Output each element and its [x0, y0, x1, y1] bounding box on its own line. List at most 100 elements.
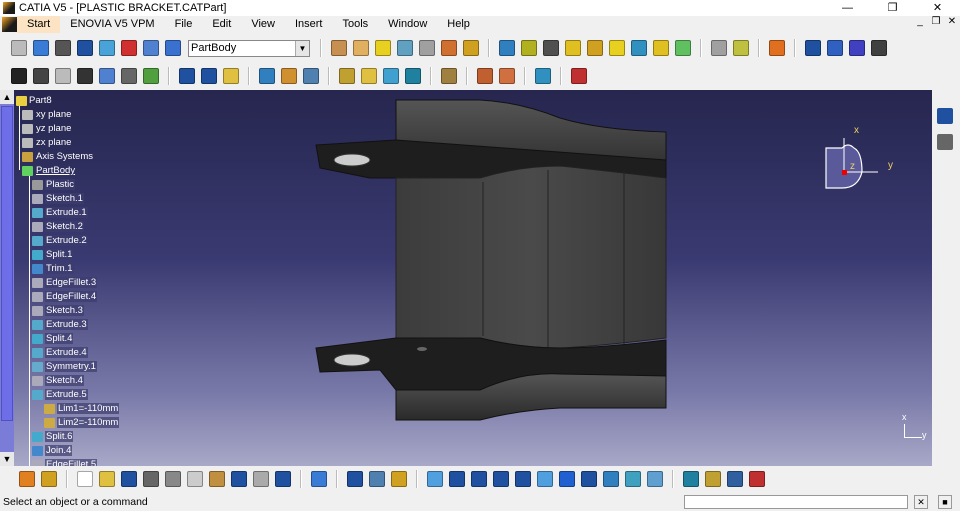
print-icon[interactable] [143, 471, 159, 487]
axis-system-icon[interactable] [55, 40, 71, 56]
mirror-icon[interactable] [733, 40, 749, 56]
tree-node-plastic[interactable]: Plastic [32, 178, 75, 191]
update-all-icon[interactable] [311, 471, 327, 487]
analysis-icon[interactable] [827, 40, 843, 56]
catia-logo[interactable] [749, 471, 765, 487]
close-surface-icon[interactable] [675, 40, 691, 56]
cut-icon[interactable] [165, 471, 181, 487]
normal-view-icon[interactable] [537, 471, 553, 487]
specification-tree[interactable]: ▲ ▼ Part8 xy plane yz plane zx plane Axis S… [0, 90, 120, 470]
transform-icon[interactable] [711, 40, 727, 56]
knowledge-icon[interactable] [33, 68, 49, 84]
tree-icon[interactable] [143, 40, 159, 56]
open-icon[interactable] [99, 471, 115, 487]
open-workbench-icon[interactable] [19, 471, 35, 487]
multi-view-icon[interactable] [559, 471, 575, 487]
save-icon[interactable] [121, 471, 137, 487]
body-icon[interactable] [99, 40, 115, 56]
thread-icon[interactable] [609, 40, 625, 56]
chamfer-icon[interactable] [521, 40, 537, 56]
thick-surface-icon[interactable] [653, 40, 669, 56]
line-icon[interactable] [201, 68, 217, 84]
rib-icon[interactable] [441, 40, 457, 56]
tree-node-split-6[interactable]: Split.6 [32, 430, 74, 443]
point-icon[interactable] [179, 68, 195, 84]
tree-node-xy-plane[interactable]: xy plane [22, 108, 72, 121]
tree-node-yz-plane[interactable]: yz plane [22, 122, 72, 135]
update-icon[interactable] [11, 40, 27, 56]
surface-icon[interactable] [361, 68, 377, 84]
copy-icon[interactable] [187, 471, 203, 487]
menu-tools[interactable]: Tools [332, 16, 378, 33]
sketch-analysis-icon[interactable] [937, 108, 953, 124]
parameter-icon[interactable] [99, 68, 115, 84]
tree-node-root[interactable]: Part8 [16, 94, 52, 107]
pocket-icon[interactable] [353, 40, 369, 56]
minimize-button[interactable]: — [825, 0, 870, 16]
groove-icon[interactable] [397, 40, 413, 56]
sketcher-icon[interactable] [33, 40, 49, 56]
menu-start[interactable]: Start [17, 16, 61, 33]
split-icon[interactable] [631, 40, 647, 56]
save-catalog-icon[interactable] [369, 471, 385, 487]
menu-help[interactable]: Help [437, 16, 480, 33]
boolean-ops-icon[interactable] [339, 68, 355, 84]
menu-file[interactable]: File [165, 16, 203, 33]
formula-icon[interactable] [11, 68, 27, 84]
doc-restore-button[interactable]: ❐ [928, 16, 944, 27]
hole-icon[interactable] [419, 40, 435, 56]
swap-icon[interactable] [647, 471, 663, 487]
chevron-down-icon[interactable]: ▼ [295, 40, 309, 56]
paste-icon[interactable] [209, 471, 225, 487]
rotate-icon[interactable] [471, 471, 487, 487]
tree-node-edgefillet-4[interactable]: EdgeFillet.4 [32, 290, 98, 303]
remove-icon[interactable] [477, 68, 493, 84]
scroll-thumb[interactable] [1, 106, 13, 421]
tree-node-edgefillet-3[interactable]: EdgeFillet.3 [32, 276, 98, 289]
lock-icon[interactable] [55, 68, 71, 84]
mass-icon[interactable] [705, 471, 721, 487]
menu-insert[interactable]: Insert [285, 16, 333, 33]
annotation-icon[interactable] [727, 471, 743, 487]
scroll-up-button[interactable]: ▲ [0, 90, 14, 104]
tree-node-sketch-4[interactable]: Sketch.4 [32, 374, 84, 387]
tree-node-lim2-110mm[interactable]: Lim2=-110mm [44, 416, 120, 429]
assemble-icon[interactable] [441, 68, 457, 84]
tree-node-extrude-5[interactable]: Extrude.5 [32, 388, 88, 401]
shaft-icon[interactable] [375, 40, 391, 56]
tree-node-trim-1[interactable]: Trim.1 [32, 262, 74, 275]
settings-icon[interactable] [937, 134, 953, 150]
pad-icon[interactable] [331, 40, 347, 56]
cmd-clear-button[interactable]: ✕ [914, 495, 928, 509]
tree-node-sketch-1[interactable]: Sketch.1 [32, 192, 84, 205]
scroll-down-button[interactable]: ▼ [0, 452, 14, 466]
tree-node-split-1[interactable]: Split.1 [32, 248, 74, 261]
shading-icon[interactable] [603, 471, 619, 487]
boolean-icon[interactable] [121, 40, 137, 56]
scan-icon[interactable] [281, 68, 297, 84]
measure-icon[interactable] [805, 40, 821, 56]
menu-window[interactable]: Window [378, 16, 437, 33]
menu-enovia-v5-vpm[interactable]: ENOVIA V5 VPM [60, 16, 164, 33]
units-icon[interactable] [77, 40, 93, 56]
slot-icon[interactable] [463, 40, 479, 56]
command-input[interactable] [684, 495, 908, 509]
doc-minimize-button[interactable]: _ [912, 16, 928, 27]
fillet-icon[interactable] [499, 40, 515, 56]
extract-icon[interactable] [383, 68, 399, 84]
iso-view-icon[interactable] [581, 471, 597, 487]
doc-close-button[interactable]: ✕ [944, 16, 960, 27]
close-button[interactable]: ✕ [915, 0, 960, 16]
redo-icon[interactable] [253, 471, 269, 487]
table-icon[interactable] [77, 68, 93, 84]
tree-node-axis-systems[interactable]: Axis Systems [22, 150, 94, 163]
plastic-bracket-model[interactable] [0, 90, 932, 466]
new-icon[interactable] [77, 471, 93, 487]
tree-node-join-4[interactable]: Join.4 [32, 444, 73, 457]
grid-icon[interactable] [849, 40, 865, 56]
3d-viewport[interactable]: ▲ ▼ Part8 xy plane yz plane zx plane Axis S… [0, 90, 932, 470]
body-select-dropdown[interactable]: PartBody ▼ [188, 39, 310, 57]
select-icon[interactable] [769, 40, 785, 56]
tree-node-lim1-110mm[interactable]: Lim1=-110mm [44, 402, 120, 415]
offset-icon[interactable] [405, 68, 421, 84]
